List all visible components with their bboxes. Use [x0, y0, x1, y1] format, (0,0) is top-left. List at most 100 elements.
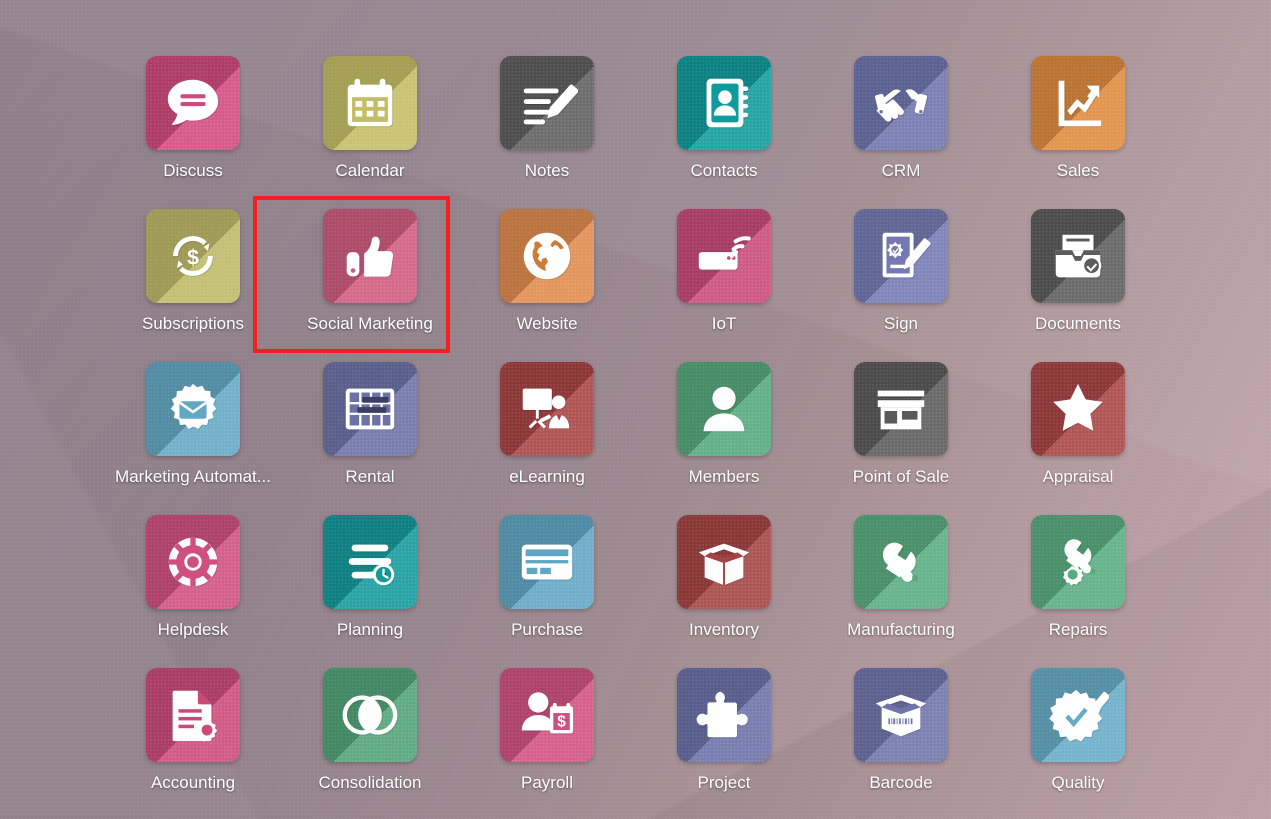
- app-tile-sign[interactable]: Sign: [813, 209, 990, 362]
- app-label: Helpdesk: [157, 620, 229, 639]
- app-tile-inventory[interactable]: Inventory: [636, 515, 813, 668]
- wrench-icon[interactable]: [854, 515, 948, 609]
- venn-circles-icon[interactable]: [323, 668, 417, 762]
- app-label: Subscriptions: [141, 314, 245, 333]
- gantt-grid-icon-glyph: [345, 388, 395, 430]
- file-box-check-icon[interactable]: [1031, 209, 1125, 303]
- app-label: Purchase: [511, 620, 583, 639]
- storefront-icon[interactable]: [854, 362, 948, 456]
- star-half-icon-glyph: [1053, 383, 1103, 431]
- calendar-icon[interactable]: [323, 56, 417, 150]
- svg-text:$: $: [557, 714, 566, 731]
- handshake-icon[interactable]: [854, 56, 948, 150]
- app-tile-calendar[interactable]: Calendar: [282, 56, 459, 209]
- app-tile-repairs[interactable]: Repairs: [990, 515, 1167, 668]
- app-label: CRM: [881, 161, 921, 180]
- router-wifi-icon[interactable]: [677, 209, 771, 303]
- app-label: Calendar: [335, 161, 405, 180]
- gear-envelope-icon[interactable]: [146, 362, 240, 456]
- app-tile-point-of-sale[interactable]: Point of Sale: [813, 362, 990, 515]
- app-tile-barcode[interactable]: Barcode: [813, 668, 990, 819]
- app-tile-manufacturing[interactable]: Manufacturing: [813, 515, 990, 668]
- app-label: Point of Sale: [852, 467, 950, 486]
- chart-arrow-up-icon[interactable]: [1031, 56, 1125, 150]
- wrench-gear-icon-glyph: [1062, 539, 1095, 586]
- app-tile-members[interactable]: Members: [636, 362, 813, 515]
- puzzle-piece-icon-glyph: [696, 691, 748, 738]
- app-tile-contacts[interactable]: Contacts: [636, 56, 813, 209]
- app-label: IoT: [711, 314, 737, 333]
- signed-document-icon[interactable]: [854, 209, 948, 303]
- app-label: Appraisal: [1042, 467, 1114, 486]
- app-label: Barcode: [869, 773, 933, 792]
- globe-icon[interactable]: [500, 209, 594, 303]
- app-label: Discuss: [163, 161, 223, 180]
- gantt-grid-icon[interactable]: [323, 362, 417, 456]
- chart-arrow-up-icon-glyph: [1058, 80, 1102, 127]
- app-label: Repairs: [1048, 620, 1108, 639]
- app-tile-discuss[interactable]: Discuss: [105, 56, 282, 209]
- open-box-icon-glyph: [698, 543, 750, 586]
- recurring-dollar-icon[interactable]: $: [146, 209, 240, 303]
- box-barcode-icon[interactable]: [854, 668, 948, 762]
- app-tile-elearning[interactable]: eLearning: [459, 362, 636, 515]
- address-book-icon[interactable]: [677, 56, 771, 150]
- app-tile-project[interactable]: Project: [636, 668, 813, 819]
- app-label: Members: [688, 467, 760, 486]
- wrench-gear-icon[interactable]: [1031, 515, 1125, 609]
- app-tile-purchase[interactable]: Purchase: [459, 515, 636, 668]
- bars-clock-icon-glyph: [348, 544, 395, 586]
- badge-check-pencil-icon[interactable]: [1031, 668, 1125, 762]
- thumbs-up-icon[interactable]: [323, 209, 417, 303]
- life-ring-icon[interactable]: [146, 515, 240, 609]
- credit-card-icon[interactable]: [500, 515, 594, 609]
- app-tile-crm[interactable]: CRM: [813, 56, 990, 209]
- person-icon-glyph: [703, 386, 745, 432]
- app-tile-consolidation[interactable]: Consolidation: [282, 668, 459, 819]
- app-tile-appraisal[interactable]: Appraisal: [990, 362, 1167, 515]
- presenter-board-icon[interactable]: [500, 362, 594, 456]
- file-box-check-icon-glyph: [1055, 234, 1102, 278]
- document-gear-icon[interactable]: [146, 668, 240, 762]
- app-tile-notes[interactable]: Notes: [459, 56, 636, 209]
- thumbs-up-icon-glyph: [346, 236, 394, 277]
- app-label: Marketing Automat...: [115, 467, 271, 486]
- app-tile-payroll[interactable]: $ Payroll: [459, 668, 636, 819]
- apps-grid: Discuss Calendar Notes Contacts CRM Sales $ Sub…: [0, 0, 1271, 819]
- app-tile-website[interactable]: Website: [459, 209, 636, 362]
- bars-clock-icon[interactable]: [323, 515, 417, 609]
- open-box-icon[interactable]: [677, 515, 771, 609]
- app-label: Website: [516, 314, 578, 333]
- app-tile-planning[interactable]: Planning: [282, 515, 459, 668]
- app-label: Project: [697, 773, 751, 792]
- app-label: Sales: [1056, 161, 1100, 180]
- app-tile-sales[interactable]: Sales: [990, 56, 1167, 209]
- person-money-icon[interactable]: $: [500, 668, 594, 762]
- app-label: Planning: [336, 620, 404, 639]
- app-label: Inventory: [689, 620, 759, 639]
- badge-check-pencil-icon-glyph: [1049, 689, 1109, 742]
- app-tile-helpdesk[interactable]: Helpdesk: [105, 515, 282, 668]
- signed-document-icon-glyph: [882, 232, 931, 278]
- chat-bubble-icon[interactable]: [146, 56, 240, 150]
- app-label: Contacts: [690, 161, 758, 180]
- app-tile-iot[interactable]: IoT: [636, 209, 813, 362]
- globe-icon-glyph: [523, 232, 571, 280]
- address-book-icon-glyph: [706, 78, 749, 128]
- app-tile-rental[interactable]: Rental: [282, 362, 459, 515]
- app-tile-documents[interactable]: Documents: [990, 209, 1167, 362]
- puzzle-piece-icon[interactable]: [677, 668, 771, 762]
- star-half-icon[interactable]: [1031, 362, 1125, 456]
- note-pencil-icon[interactable]: [500, 56, 594, 150]
- app-label: Manufacturing: [847, 620, 955, 639]
- router-wifi-icon-glyph: [698, 236, 751, 270]
- app-tile-marketing-automat[interactable]: Marketing Automat...: [105, 362, 282, 515]
- app-tile-subscriptions[interactable]: $ Subscriptions: [105, 209, 282, 362]
- person-icon[interactable]: [677, 362, 771, 456]
- app-tile-quality[interactable]: Quality: [990, 668, 1167, 819]
- app-tile-social-marketing[interactable]: Social Marketing: [282, 209, 459, 362]
- app-tile-accounting[interactable]: Accounting: [105, 668, 282, 819]
- calendar-icon-glyph: [347, 78, 393, 127]
- app-label: Notes: [524, 161, 570, 180]
- chat-bubble-icon-glyph: [167, 79, 219, 125]
